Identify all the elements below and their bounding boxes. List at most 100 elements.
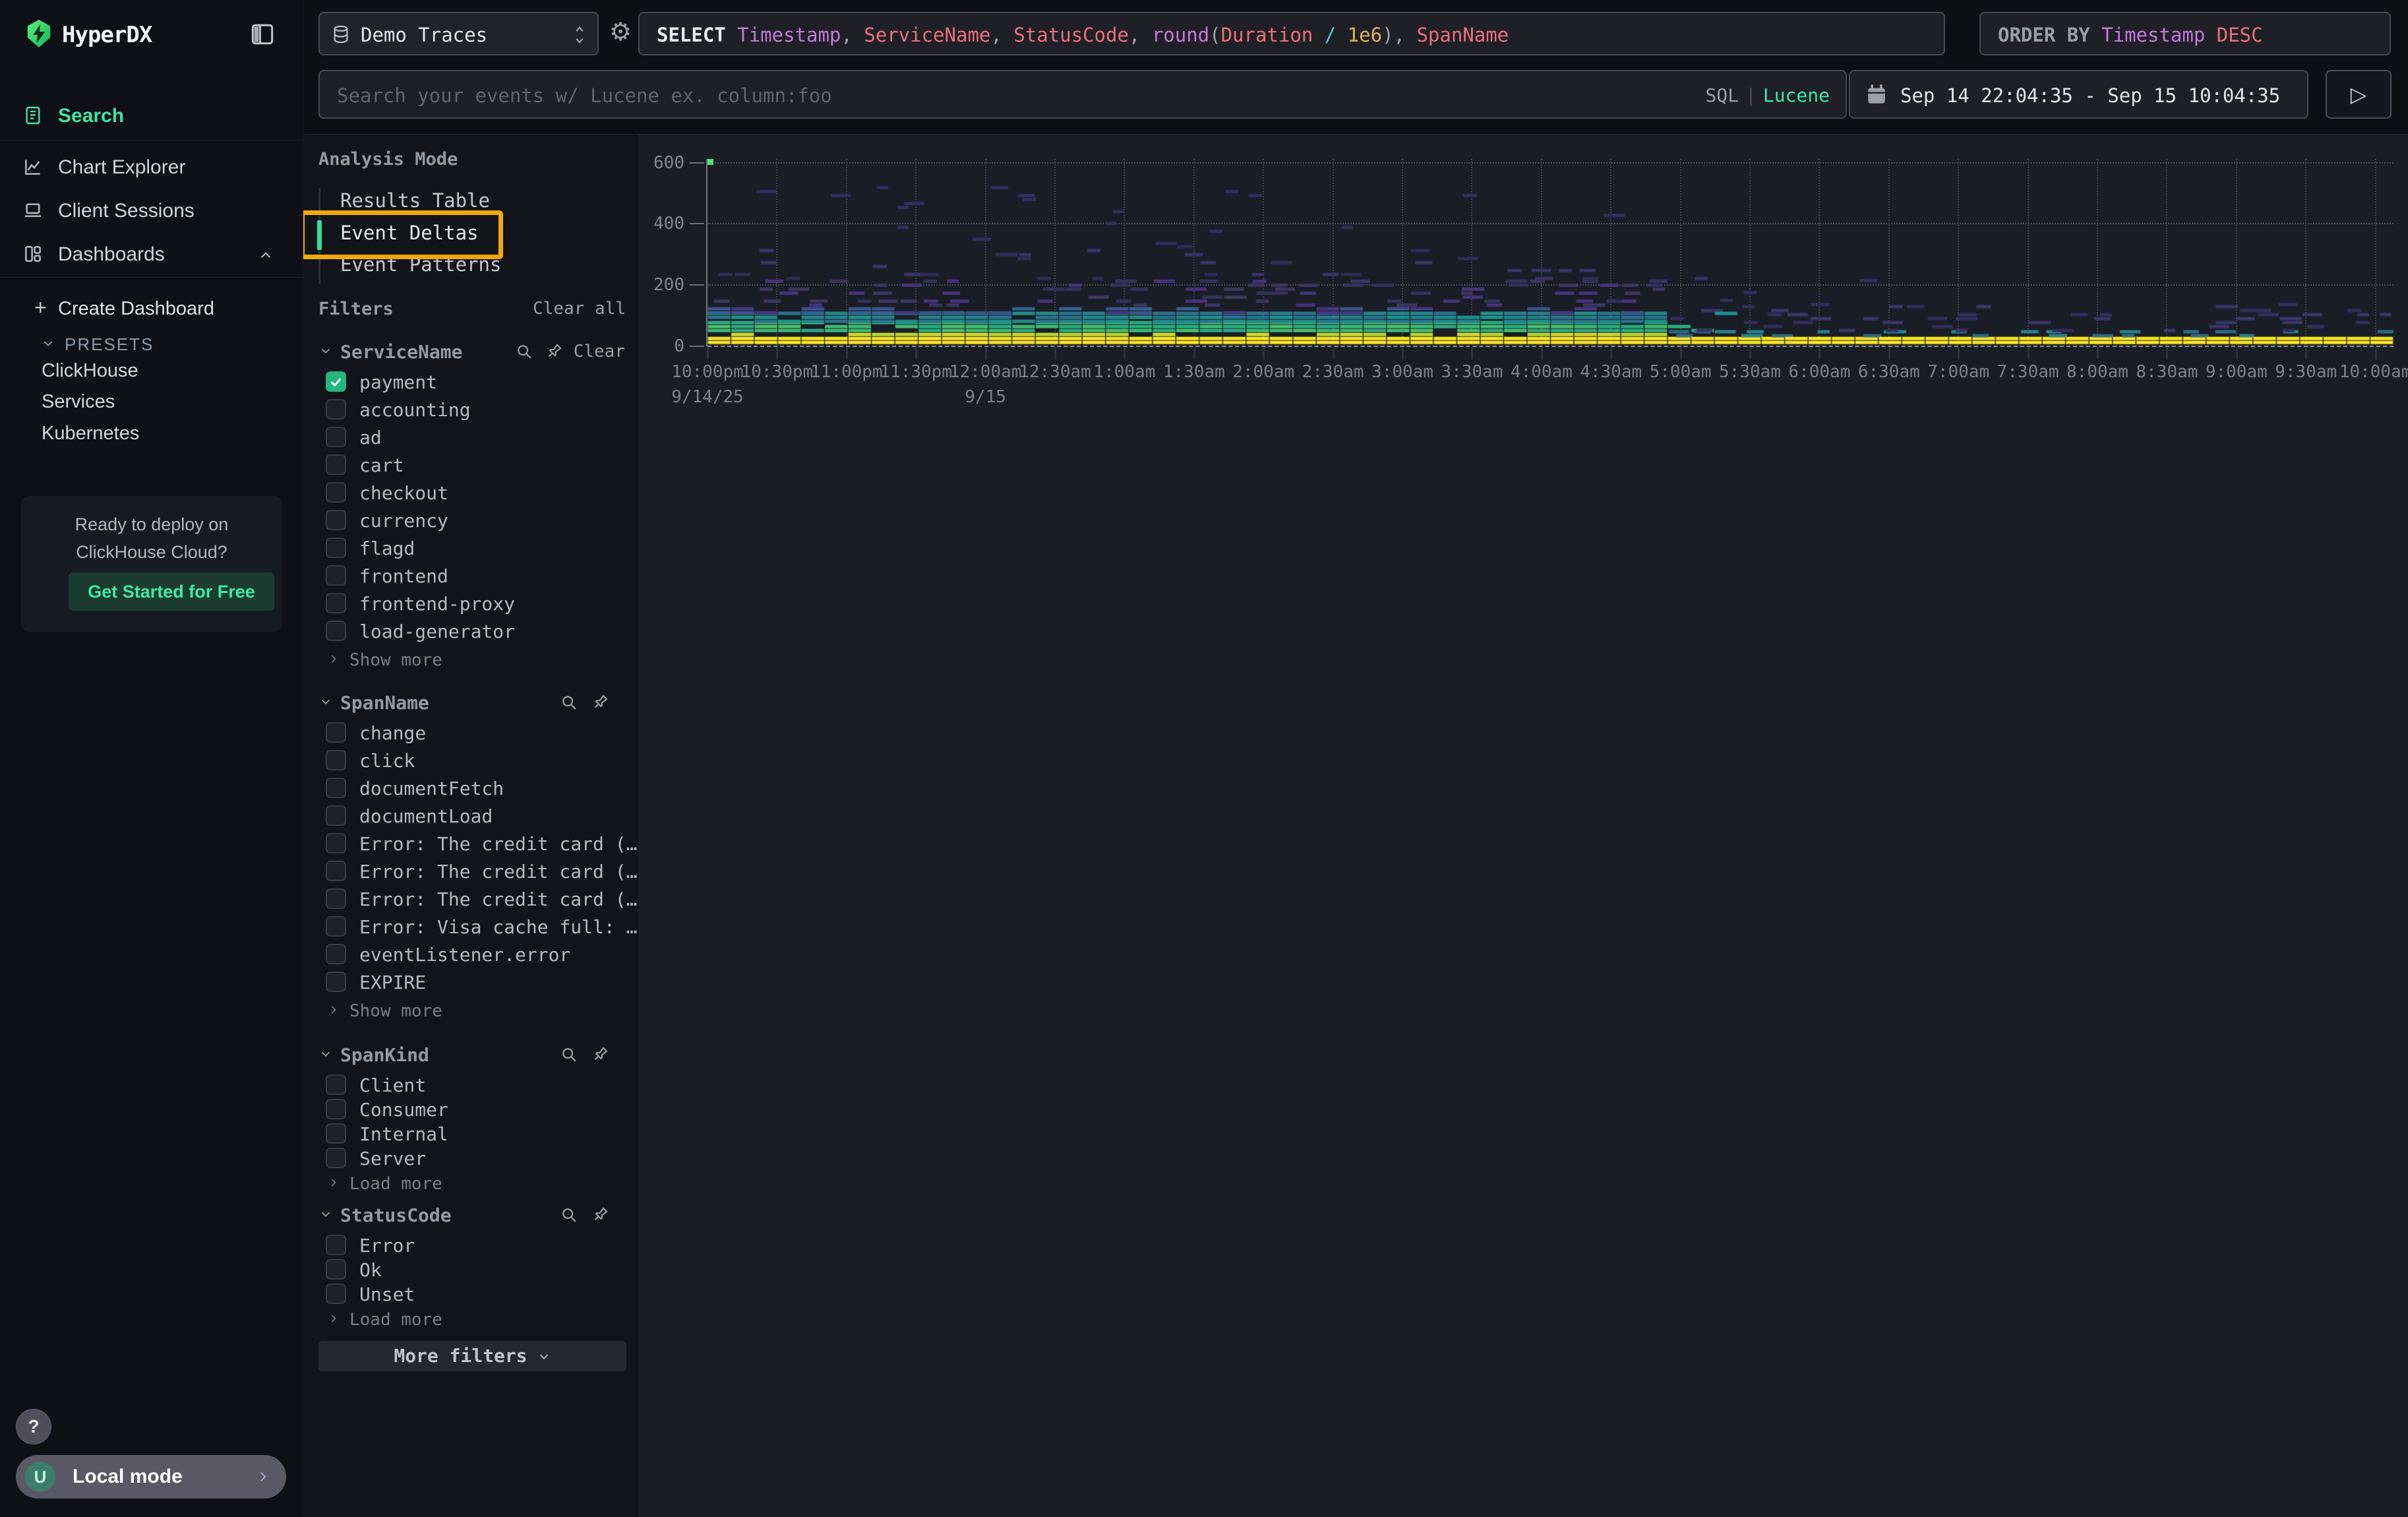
search-filter-icon[interactable] [559,1205,579,1225]
filter-option-click[interactable]: click [303,747,640,775]
clear-filter-button[interactable]: Clear [574,342,625,361]
chevron-down-icon[interactable] [318,1207,333,1222]
sidebar-item-client-sessions[interactable]: Client Sessions [0,191,303,230]
checkbox-unchecked[interactable] [326,1259,346,1280]
filter-option-payment[interactable]: payment [303,369,640,396]
sql-token: , [1394,24,1405,46]
filter-option-change[interactable]: change [303,720,640,747]
checkbox-unchecked[interactable] [326,916,346,937]
filter-option-client[interactable]: Client [303,1072,640,1096]
run-query-button[interactable]: ▷ [2326,70,2392,119]
checkbox-unchecked[interactable] [326,1123,346,1144]
filter-option-documentfetch[interactable]: documentFetch [303,775,640,803]
checkbox-unchecked[interactable] [326,565,346,586]
filter-option-frontend-proxy[interactable]: frontend-proxy [303,590,640,618]
checkbox-unchecked[interactable] [326,888,346,909]
checkbox-unchecked[interactable] [326,454,346,475]
clear-all-button[interactable]: Clear all [533,299,626,319]
checkbox-unchecked[interactable] [326,482,346,503]
pin-icon[interactable] [590,1045,610,1065]
sidebar-item-dashboards[interactable]: Dashboards [0,235,303,273]
hyperdx-app: HyperDX Search [0,0,2408,1517]
checkbox-unchecked[interactable] [326,861,346,881]
checkbox-unchecked[interactable] [326,722,346,743]
checkbox-unchecked[interactable] [326,805,346,826]
search-input[interactable]: Search your events w/ Lucene ex. column:… [318,70,1847,119]
filter-option-accounting[interactable]: accounting [303,396,640,424]
sql-select-input[interactable]: SELECT Timestamp, ServiceName, StatusCod… [638,12,1945,55]
analysis-mode-item-results-table[interactable]: Results Table [340,189,538,220]
chevron-down-icon[interactable] [318,344,333,358]
filter-option-error-the-credit-card-[interactable]: Error: The credit card (… [303,886,640,913]
filter-option-documentload[interactable]: documentLoad [303,803,640,830]
get-started-button[interactable]: Get Started for Free [69,573,274,611]
analysis-mode-item-event-patterns[interactable]: Event Patterns [340,253,538,284]
user-menu[interactable]: U Local mode [16,1455,286,1499]
gear-icon[interactable]: ⚙ [605,17,636,50]
filter-option-expire[interactable]: EXPIRE [303,969,640,997]
help-button[interactable]: ? [16,1409,51,1444]
order-by-input[interactable]: ORDER BY Timestamp DESC [1979,12,2391,55]
sidebar-item-clickhouse[interactable]: ClickHouse [42,360,266,389]
filter-option-flagd[interactable]: flagd [303,535,640,563]
filter-option-ok[interactable]: Ok [303,1256,640,1281]
checkbox-unchecked[interactable] [326,593,346,613]
pin-icon[interactable] [590,693,610,712]
sidebar-collapse-icon[interactable] [248,20,277,49]
filter-option-error-the-credit-card-[interactable]: Error: The credit card (… [303,858,640,886]
checkbox-unchecked[interactable] [326,944,346,964]
filter-option-consumer[interactable]: Consumer [303,1096,640,1121]
filter-option-error[interactable]: Error [303,1232,640,1256]
checkbox-unchecked[interactable] [326,1284,346,1304]
search-filter-icon[interactable] [514,342,534,361]
x-tick-mark [2097,348,2099,359]
filter-option-internal[interactable]: Internal [303,1121,640,1145]
filter-option-ad[interactable]: ad [303,424,640,452]
pin-icon[interactable] [544,342,564,361]
sidebar-item-kubernetes[interactable]: Kubernetes [42,423,266,452]
presets-toggle[interactable]: PRESETS [0,327,303,359]
mode-sql-button[interactable]: SQL [1705,84,1739,106]
filter-option-frontend[interactable]: frontend [303,563,640,590]
checkbox-unchecked[interactable] [326,1099,346,1119]
trace-duration-heatmap[interactable] [707,159,2393,346]
checkbox-unchecked[interactable] [326,1235,346,1255]
filter-option-checkout[interactable]: checkout [303,480,640,507]
filter-option-eventlistener-error[interactable]: eventListener.error [303,941,640,969]
filter-option-error-the-credit-card-[interactable]: Error: The credit card (… [303,830,640,858]
mode-lucene-button[interactable]: Lucene [1763,84,1830,106]
filter-option-unset[interactable]: Unset [303,1281,640,1305]
chevron-down-icon[interactable] [318,1047,333,1061]
search-filter-icon[interactable] [559,1045,579,1065]
sidebar-item-label: Search [58,105,124,127]
checkbox-unchecked[interactable] [326,1074,346,1095]
checkbox-unchecked[interactable] [326,510,346,530]
source-select[interactable]: Demo Traces [318,12,599,55]
search-filter-icon[interactable] [559,693,579,712]
x-tick-mark [2166,348,2168,359]
checkbox-unchecked[interactable] [326,833,346,853]
filter-option-server[interactable]: Server [303,1145,640,1169]
checkbox-unchecked[interactable] [326,427,346,447]
sidebar-item-chart-explorer[interactable]: Chart Explorer [0,148,303,186]
analysis-mode-item-event-deltas[interactable]: Event Deltas [340,222,538,252]
checkbox-unchecked[interactable] [326,750,346,770]
date-range-input[interactable]: Sep 14 22:04:35 - Sep 15 10:04:35 [1849,70,2308,119]
checkbox-unchecked[interactable] [326,972,346,992]
checkbox-unchecked[interactable] [326,1148,346,1168]
sidebar-item-search[interactable]: Search [0,96,303,135]
chevron-down-icon[interactable] [318,695,333,709]
create-dashboard-button[interactable]: + Create Dashboard [0,292,303,323]
checkbox-checked[interactable] [326,371,346,392]
checkbox-unchecked[interactable] [326,621,346,641]
more-filters-button[interactable]: More filters [318,1341,626,1371]
filter-option-currency[interactable]: currency [303,507,640,535]
filter-option-error-visa-cache-full-[interactable]: Error: Visa cache full: … [303,913,640,941]
filter-option-load-generator[interactable]: load-generator [303,618,640,646]
filter-option-cart[interactable]: cart [303,452,640,480]
checkbox-unchecked[interactable] [326,538,346,558]
sidebar-item-services[interactable]: Services [42,391,266,420]
checkbox-unchecked[interactable] [326,778,346,798]
pin-icon[interactable] [590,1205,610,1225]
checkbox-unchecked[interactable] [326,399,346,419]
